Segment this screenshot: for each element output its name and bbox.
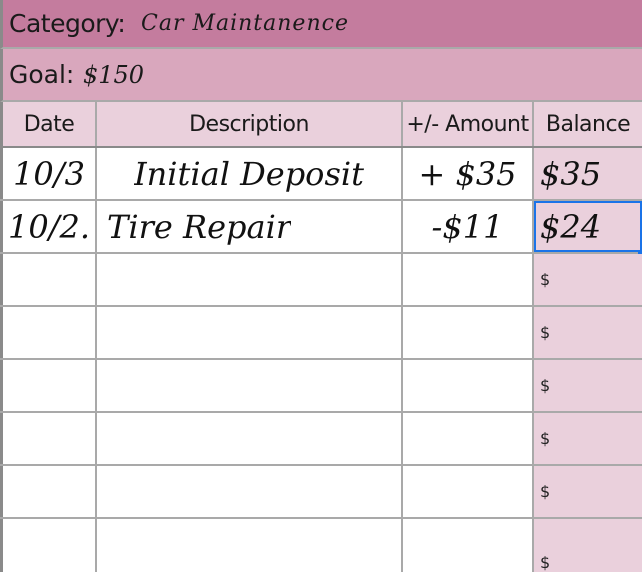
amount-value: + $35 xyxy=(418,154,517,193)
balance-cell[interactable]: $ xyxy=(534,466,642,517)
goal-value: $150 xyxy=(83,60,145,89)
amount-cell[interactable] xyxy=(403,307,534,358)
amount-cell[interactable] xyxy=(403,254,534,305)
header-description[interactable]: Description xyxy=(97,102,403,146)
amount-cell[interactable] xyxy=(403,413,534,464)
description-cell[interactable] xyxy=(97,413,403,464)
table-row: $ xyxy=(0,307,642,360)
header-amount-label: +/- Amount xyxy=(406,111,529,137)
balance-cell[interactable]: $ xyxy=(534,413,642,464)
goal-label: Goal: xyxy=(9,60,75,89)
balance-value: $ xyxy=(540,270,551,289)
description-cell[interactable]: Initial Deposit xyxy=(97,148,403,199)
header-description-label: Description xyxy=(189,111,309,137)
balance-value: $ xyxy=(540,323,551,342)
table-row: $ xyxy=(0,519,642,572)
balance-cell[interactable]: $35 xyxy=(534,148,642,199)
date-cell[interactable] xyxy=(0,466,97,517)
balance-cell[interactable]: $ xyxy=(534,254,642,305)
balance-cell[interactable]: $ xyxy=(534,307,642,358)
date-value: 10/3 xyxy=(13,154,85,193)
table-row: $ xyxy=(0,360,642,413)
amount-cell[interactable] xyxy=(403,519,534,572)
balance-value: $ xyxy=(540,553,551,572)
date-cell[interactable]: 10/2. xyxy=(0,201,97,252)
balance-value: $24 xyxy=(540,207,602,246)
description-cell[interactable] xyxy=(97,254,403,305)
balance-value: $ xyxy=(540,376,551,395)
balance-value: $ xyxy=(540,482,551,501)
budget-sheet: Category: Car Maintanence Goal: $150 Dat… xyxy=(0,0,642,572)
amount-cell[interactable] xyxy=(403,360,534,411)
amount-cell[interactable] xyxy=(403,466,534,517)
category-label: Category: xyxy=(9,9,126,38)
category-value: Car Maintanence xyxy=(141,11,349,36)
balance-cell[interactable]: $ xyxy=(534,519,642,572)
balance-cell-selected[interactable]: $24 xyxy=(534,201,642,256)
header-date[interactable]: Date xyxy=(0,102,97,146)
description-cell[interactable] xyxy=(97,519,403,572)
table-row: 10/2. Tire Repair -$11 $24 xyxy=(0,201,642,256)
header-balance[interactable]: Balance xyxy=(534,102,642,146)
date-cell[interactable] xyxy=(0,413,97,464)
goal-row[interactable]: Goal: $150 xyxy=(0,49,642,102)
amount-value: -$11 xyxy=(431,207,504,246)
description-cell[interactable] xyxy=(97,360,403,411)
header-date-label: Date xyxy=(23,111,75,137)
table-row: 10/3 Initial Deposit + $35 $35 xyxy=(0,148,642,201)
date-cell[interactable] xyxy=(0,519,97,572)
table-row: $ xyxy=(0,413,642,466)
balance-value: $ xyxy=(540,429,551,448)
date-cell[interactable]: 10/3 xyxy=(0,148,97,199)
date-cell[interactable] xyxy=(0,254,97,305)
table-row: $ xyxy=(0,254,642,307)
header-amount[interactable]: +/- Amount xyxy=(403,102,534,146)
description-cell[interactable] xyxy=(97,466,403,517)
date-cell[interactable] xyxy=(0,360,97,411)
amount-cell[interactable]: -$11 xyxy=(403,201,534,252)
balance-value: $35 xyxy=(540,154,602,193)
description-value: Initial Deposit xyxy=(134,154,364,193)
amount-cell[interactable]: + $35 xyxy=(403,148,534,199)
category-row[interactable]: Category: Car Maintanence xyxy=(0,0,642,49)
date-cell[interactable] xyxy=(0,307,97,358)
balance-cell[interactable]: $ xyxy=(534,360,642,411)
description-cell[interactable]: Tire Repair xyxy=(97,201,403,252)
date-value: 10/2. xyxy=(7,207,91,246)
description-cell[interactable] xyxy=(97,307,403,358)
table-row: $ xyxy=(0,466,642,519)
header-balance-label: Balance xyxy=(545,111,631,137)
description-value: Tire Repair xyxy=(107,207,292,246)
column-header-row: Date Description +/- Amount Balance xyxy=(0,102,642,148)
